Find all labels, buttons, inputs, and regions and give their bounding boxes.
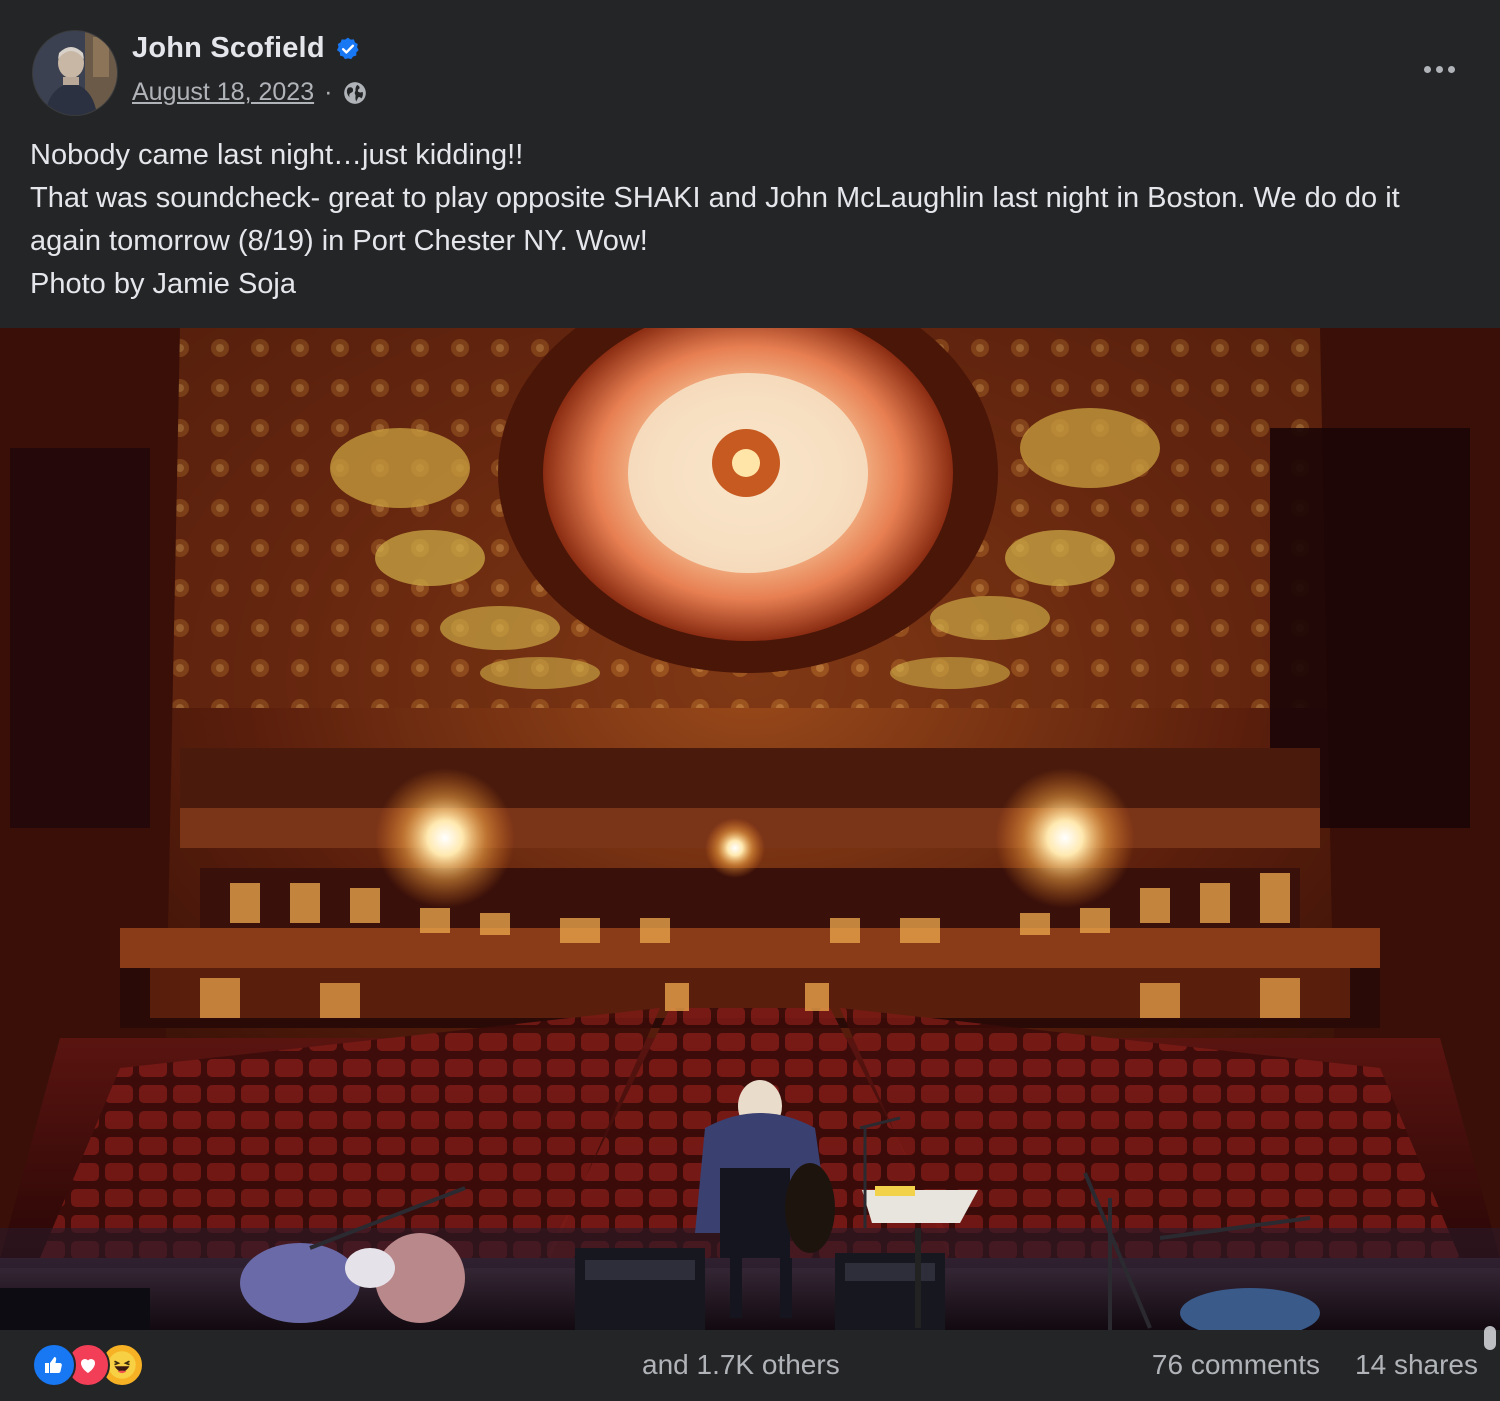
avatar-portrait-icon: [33, 31, 117, 115]
reaction-icons[interactable]: [32, 1343, 152, 1387]
author-name[interactable]: John Scofield: [132, 32, 325, 65]
more-dot: [1435, 65, 1443, 73]
comments-count[interactable]: 76 comments: [1152, 1349, 1320, 1381]
like-icon: [32, 1343, 76, 1387]
post-photo[interactable]: [0, 328, 1500, 1330]
more-dot: [1423, 65, 1431, 73]
author-row: John Scofield: [132, 32, 361, 65]
scrollbar-handle[interactable]: [1484, 1326, 1496, 1350]
more-options-icon[interactable]: [1414, 54, 1464, 84]
post-meta: August 18, 2023 ·: [132, 78, 368, 107]
post-header: John Scofield August 18, 2023 ·: [0, 0, 1500, 128]
globe-icon[interactable]: [342, 80, 368, 106]
post-timestamp[interactable]: August 18, 2023: [132, 78, 314, 107]
concert-hall-photo: [0, 328, 1500, 1330]
verified-badge-icon: [335, 36, 361, 62]
post-text-line: That was soundcheck- great to play oppos…: [30, 182, 1400, 257]
more-dot: [1447, 65, 1455, 73]
post-footer: and 1.7K others 76 comments 14 shares: [0, 1326, 1500, 1401]
post-message: Nobody came last night…just kidding!! Th…: [30, 134, 1475, 306]
reaction-summary[interactable]: and 1.7K others: [642, 1349, 840, 1381]
post-text-line: Photo by Jamie Soja: [30, 268, 296, 300]
meta-separator: ·: [324, 78, 333, 106]
author-avatar[interactable]: [32, 30, 118, 116]
facebook-post: John Scofield August 18, 2023 · Nobody c…: [0, 0, 1500, 1401]
shares-count[interactable]: 14 shares: [1355, 1349, 1478, 1381]
post-text-line: Nobody came last night…just kidding!!: [30, 139, 524, 171]
